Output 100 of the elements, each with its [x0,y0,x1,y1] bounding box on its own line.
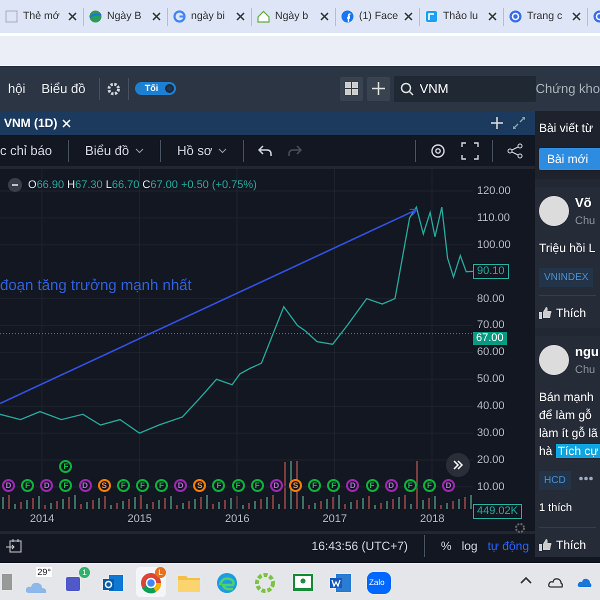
new-post-button[interactable]: Bài mới [539,148,600,170]
more-icon[interactable] [578,476,593,481]
event-marker[interactable]: F [404,479,417,492]
plus-icon[interactable] [491,117,503,129]
browser-tab[interactable]: (1) Face [336,8,420,26]
event-marker[interactable]: F [327,479,340,492]
event-marker[interactable]: D [40,479,54,492]
price-tag: 449.02K [473,504,522,519]
event-marker[interactable]: F [59,479,72,492]
scale-toggle[interactable]: % [440,536,452,554]
close-icon[interactable] [319,11,330,22]
like-button[interactable]: Thích [539,526,596,554]
browser-tab[interactable]: Ngày b [252,8,336,26]
tab-title: Ngày B [107,8,142,24]
event-marker[interactable]: D [78,479,92,492]
ticker-tag[interactable]: VNINDEX [539,268,594,287]
layout-button[interactable] [340,76,363,100]
axis-label: 40.00 [477,400,505,412]
axis-label: 2014 [30,512,54,526]
axis-label: 50.00 [477,373,505,386]
taskbar-button[interactable]: Zalo [364,566,394,596]
globe-icon [89,10,102,23]
tab-title: Thẻ mớ [23,8,61,24]
axis-label: 20.00 [477,454,505,466]
close-icon[interactable] [571,11,582,22]
scroll-forward-button[interactable] [446,453,470,477]
close-icon[interactable] [235,11,246,22]
search-field[interactable]: VNM [394,76,536,102]
author-name[interactable]: Võ [575,193,596,212]
chart-tab[interactable]: VNM (1D) [4,114,58,132]
event-marker[interactable]: F [136,479,149,492]
event-marker[interactable]: S [193,479,206,492]
weather-icon [26,580,48,592]
tab-title: (1) Face [358,8,398,24]
browser-tab[interactable]: Thẻ mớ [0,8,84,26]
axis-label: 2017 [322,512,347,526]
grid-icon [344,82,358,95]
event-marker[interactable]: F [59,460,72,473]
notification-badge: L [155,566,166,578]
event-marker[interactable]: S [289,479,302,492]
dropdown-button[interactable]: Hồ sơ [167,140,238,160]
event-marker[interactable]: F [21,479,34,492]
ohlc-legend: O66.90 H67.30 L66.70 C67.00 +0.50 (+0.75%) [28,177,257,194]
event-marker[interactable]: D [442,479,455,492]
event-marker[interactable]: F [308,479,322,492]
nav-link[interactable]: hội [0,78,34,98]
tab-title: Ngày b [275,8,310,24]
event-marker[interactable]: D [384,479,398,492]
go-to-date-icon[interactable] [6,538,22,552]
event-marker[interactable]: F [212,479,226,492]
event-marker[interactable]: D [2,479,15,492]
square-logo-icon [425,10,438,23]
event-marker[interactable]: F [366,479,378,492]
avatar [539,196,569,226]
browser-tab[interactable]: Ngày B [84,8,168,26]
post-text: Triệu hồi L [539,240,596,257]
event-marker[interactable]: F [232,479,245,492]
dropdown-button[interactable]: Biểu đồ [75,140,154,160]
axis-label: 60.00 [477,346,505,358]
event-marker[interactable]: D [346,479,360,492]
taskbar-button[interactable]: 29° [22,566,52,596]
event-marker[interactable]: F [422,479,436,492]
ticker-tag[interactable]: HCD [539,471,571,490]
toolbar-button[interactable]: c chỉ báo [0,140,62,160]
axis-label: 10.00 [477,480,505,493]
event-marker[interactable]: D [174,479,188,492]
scale-toggle[interactable]: log [462,536,478,554]
house-icon [257,10,270,23]
scale-toggle[interactable]: tự động [488,536,529,554]
theme-toggle[interactable]: Tối [134,82,176,95]
cloud-icon[interactable] [548,575,563,588]
event-marker[interactable]: D [270,479,283,492]
close-icon[interactable] [403,11,414,22]
expand-icon[interactable] [513,117,525,129]
tab-title: ngày bi [191,8,226,24]
fullscreen-icon[interactable] [461,142,479,160]
f-logo-icon [341,10,354,23]
close-icon[interactable] [487,11,498,22]
collapse-icon[interactable] [8,178,22,192]
event-marker[interactable]: F [155,479,168,492]
axis-label: 2016 [224,512,250,526]
event-marker[interactable]: F [250,479,264,492]
browser-tab[interactable]: ngày bi [168,8,252,26]
close-icon[interactable] [151,11,162,22]
nav-link[interactable]: Biểu đồ [33,78,94,98]
browser-tab[interactable]: Thảo lu [420,8,504,26]
plus-icon [372,82,385,95]
like-button[interactable]: Thích [539,295,596,322]
browser-tab[interactable]: Trang c [504,8,588,26]
share-icon[interactable] [507,142,523,158]
author-name[interactable]: ngu [575,342,599,362]
event-marker[interactable]: S [98,479,111,492]
undo-icon[interactable] [258,144,272,157]
price-tag: 90.10 [473,264,509,280]
event-marker[interactable]: F [116,479,130,492]
close-icon[interactable] [67,11,78,22]
search-icon [400,82,414,96]
add-button[interactable] [366,76,390,100]
search-input[interactable]: VNM [420,78,530,98]
c-logo-icon [509,10,522,23]
